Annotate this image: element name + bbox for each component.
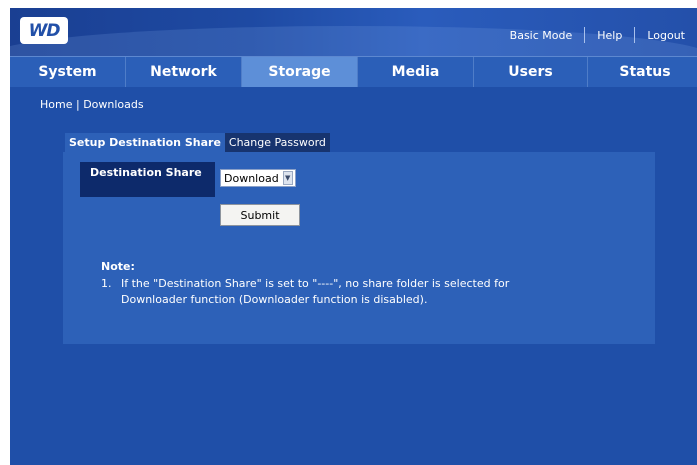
tab-change-password[interactable]: Change Password [224, 133, 330, 152]
tab-users[interactable]: Users [474, 57, 588, 87]
tab-status[interactable]: Status [588, 57, 697, 87]
tab-setup-destination-share[interactable]: Setup Destination Share [65, 133, 225, 152]
subtabs: Setup Destination Share Change Password [65, 133, 330, 152]
destination-share-select[interactable]: Download ▼ [220, 169, 296, 187]
submit-button[interactable]: Submit [220, 204, 300, 226]
destination-share-value: Download [224, 171, 279, 185]
note-title: Note: [101, 260, 135, 273]
chevron-down-icon[interactable]: ▼ [282, 171, 293, 185]
logout-link[interactable]: Logout [635, 29, 697, 42]
destination-share-label: Destination Share [80, 162, 215, 197]
breadcrumb: Home | Downloads [40, 98, 144, 111]
app-frame: WD Basic Mode Help Logout System Network… [10, 8, 697, 465]
note-text: 1. If the "Destination Share" is set to "… [101, 276, 641, 308]
tab-media[interactable]: Media [358, 57, 474, 87]
note-item-number: 1. [101, 277, 112, 290]
settings-panel: Destination Share Download ▼ Submit Note… [63, 152, 655, 344]
note-line-1: If the "Destination Share" is set to "--… [121, 277, 510, 290]
breadcrumb-separator: | [75, 98, 80, 111]
breadcrumb-current[interactable]: Downloads [83, 98, 143, 111]
tab-storage[interactable]: Storage [242, 57, 358, 87]
tab-network[interactable]: Network [126, 57, 242, 87]
note-line-2: Downloader function (Downloader function… [121, 293, 428, 306]
help-link[interactable]: Help [585, 29, 634, 42]
basic-mode-link[interactable]: Basic Mode [498, 29, 585, 42]
top-links: Basic Mode Help Logout [498, 26, 697, 44]
header-bar: WD Basic Mode Help Logout [10, 8, 697, 86]
wd-logo: WD [20, 17, 68, 44]
main-nav: System Network Storage Media Users Statu… [10, 56, 697, 87]
tab-system[interactable]: System [10, 57, 126, 87]
breadcrumb-home[interactable]: Home [40, 98, 72, 111]
